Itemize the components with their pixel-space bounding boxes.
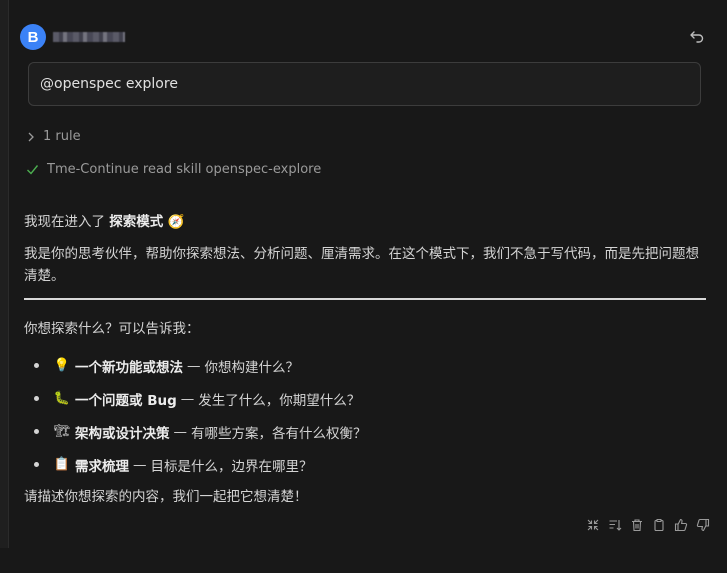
delete-button[interactable] xyxy=(629,517,645,533)
user-prompt[interactable]: @openspec explore xyxy=(28,62,701,106)
copy-icon xyxy=(654,519,664,532)
chevron-right-icon xyxy=(28,132,34,141)
message-header: B xyxy=(20,24,710,50)
item-title: 架构或设计决策 xyxy=(75,425,170,442)
thumbs-down-icon xyxy=(696,518,710,532)
item-desc: 有哪些方案，各有什么权衡？ xyxy=(191,425,367,442)
trash-icon xyxy=(632,519,642,532)
item-dash: — xyxy=(133,456,147,473)
construction-icon: 🏗 xyxy=(53,424,71,439)
undo-button[interactable] xyxy=(684,24,710,50)
undo-icon xyxy=(690,31,704,43)
message-actions xyxy=(585,516,711,534)
intro-paragraph: 我是你的思考伙伴，帮助你探索想法、分析问题、厘清需求。在这个模式下，我们不急于写… xyxy=(24,246,699,284)
sort-icon xyxy=(609,520,622,531)
thumbs-up-icon xyxy=(674,518,688,532)
rules-toggle[interactable]: 1 rule xyxy=(26,129,81,144)
list-item: 🏗 架构或设计决策 — 有哪些方案，各有什么权衡？ xyxy=(24,415,367,448)
collapse-icon xyxy=(587,519,599,531)
item-desc: 发生了什么，你期望什么？ xyxy=(198,392,361,409)
divider xyxy=(24,298,706,300)
options-list: 💡 一个新功能或想法 — 你想构建什么？ 🐛 一个问题或 Bug — 发生了什么… xyxy=(24,349,367,481)
list-item: 💡 一个新功能或想法 — 你想构建什么？ xyxy=(24,349,367,382)
collapse-button[interactable] xyxy=(585,517,601,533)
lightbulb-icon: 💡 xyxy=(53,358,71,373)
intro-line: 我现在进入了 探索模式 🧭 xyxy=(24,210,184,230)
closing-line: 请描述你想探索的内容，我们一起把它想清楚！ xyxy=(24,489,308,505)
clipboard-icon: 📋 xyxy=(53,457,71,472)
question-line: 你想探索什么？可以告诉我： xyxy=(24,321,200,337)
item-dash: — xyxy=(180,390,195,407)
intro-prefix: 我现在进入了 xyxy=(24,214,105,230)
thumbs-down-button[interactable] xyxy=(695,517,711,533)
item-title: 需求梳理 xyxy=(75,458,129,475)
skill-status: Tme-Continue read skill openspec-explore xyxy=(26,162,321,177)
list-item: 🐛 一个问题或 Bug — 发生了什么，你期望什么？ xyxy=(24,382,367,415)
item-desc: 目标是什么，边界在哪里？ xyxy=(150,458,313,475)
check-icon xyxy=(27,165,39,175)
rules-label: 1 rule xyxy=(43,129,81,144)
intro-mode: 探索模式 xyxy=(109,214,164,230)
item-desc: 你想构建什么？ xyxy=(204,359,300,376)
compass-icon: 🧭 xyxy=(167,214,185,230)
item-dash: — xyxy=(187,357,201,374)
skill-label: Tme-Continue read skill openspec-explore xyxy=(47,162,322,177)
thumbs-up-button[interactable] xyxy=(673,517,689,533)
item-title: 一个问题或 Bug xyxy=(75,392,177,409)
item-dash: — xyxy=(173,423,188,440)
copy-button[interactable] xyxy=(651,517,667,533)
username-redacted xyxy=(53,32,125,42)
left-border xyxy=(0,0,9,548)
sort-button[interactable] xyxy=(607,517,623,533)
prompt-text: @openspec explore xyxy=(40,76,178,92)
item-title: 一个新功能或想法 xyxy=(75,359,183,376)
avatar: B xyxy=(20,24,46,50)
bug-icon: 🐛 xyxy=(53,391,71,406)
list-item: 📋 需求梳理 — 目标是什么，边界在哪里？ xyxy=(24,448,367,481)
